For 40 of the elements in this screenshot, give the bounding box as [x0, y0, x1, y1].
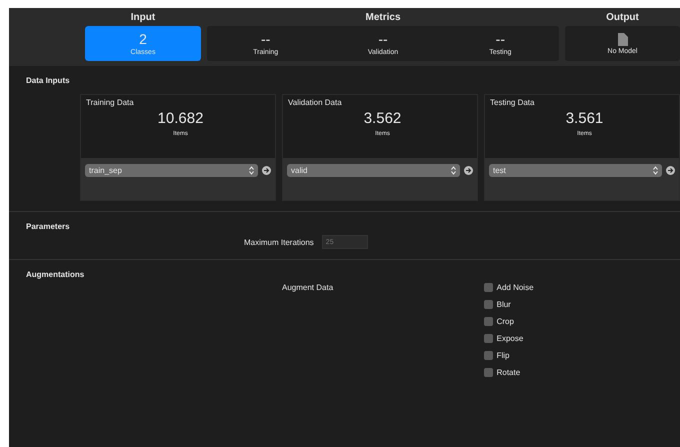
source-popup[interactable]: test: [489, 164, 662, 177]
item-count: 3.561: [564, 110, 604, 127]
tile-value: 2: [139, 32, 147, 46]
group-title: Input: [130, 11, 156, 25]
group-title: Metrics: [364, 11, 402, 25]
card-title: Training Data: [86, 98, 135, 107]
checkbox-label: Flip: [496, 351, 510, 360]
item-count: 10.682: [156, 110, 204, 127]
group-title: Output: [605, 11, 640, 25]
section-title: Augmentations: [26, 270, 86, 279]
field-label: Augment Data: [282, 283, 334, 292]
source-popup[interactable]: valid: [287, 164, 460, 177]
stepper-icon: [653, 166, 658, 175]
tile-value: --: [378, 32, 388, 46]
section-title: Data Inputs: [26, 76, 71, 85]
item-count: 3.562: [362, 110, 402, 127]
checkbox[interactable]: [484, 300, 493, 309]
checkbox[interactable]: [484, 283, 493, 292]
checkbox-label: Expose: [496, 334, 524, 343]
arrow-circle-icon[interactable]: [262, 166, 271, 175]
tile-value: --: [496, 32, 505, 46]
card-title: Validation Data: [288, 98, 343, 107]
tile-value: --: [261, 32, 270, 46]
checkbox-label: Add Noise: [496, 283, 534, 292]
stepper-icon: [249, 166, 254, 175]
stepper-icon: [451, 166, 456, 175]
field-label: Maximum Iterations: [244, 238, 314, 246]
arrow-circle-icon[interactable]: [464, 166, 473, 175]
section-title: Parameters: [26, 222, 71, 231]
document-icon: [618, 32, 628, 46]
source-popup[interactable]: train_sep: [85, 164, 258, 177]
checkbox-label: Rotate: [496, 368, 520, 377]
arrow-circle-icon[interactable]: [666, 166, 675, 175]
checkbox-label: Crop: [496, 317, 514, 326]
checkbox[interactable]: [484, 351, 493, 360]
card-title: Testing Data: [490, 98, 536, 107]
checkbox-label: Blur: [496, 300, 511, 309]
checkbox[interactable]: [484, 334, 493, 343]
checkbox[interactable]: [484, 317, 493, 326]
checkbox[interactable]: [484, 368, 493, 377]
